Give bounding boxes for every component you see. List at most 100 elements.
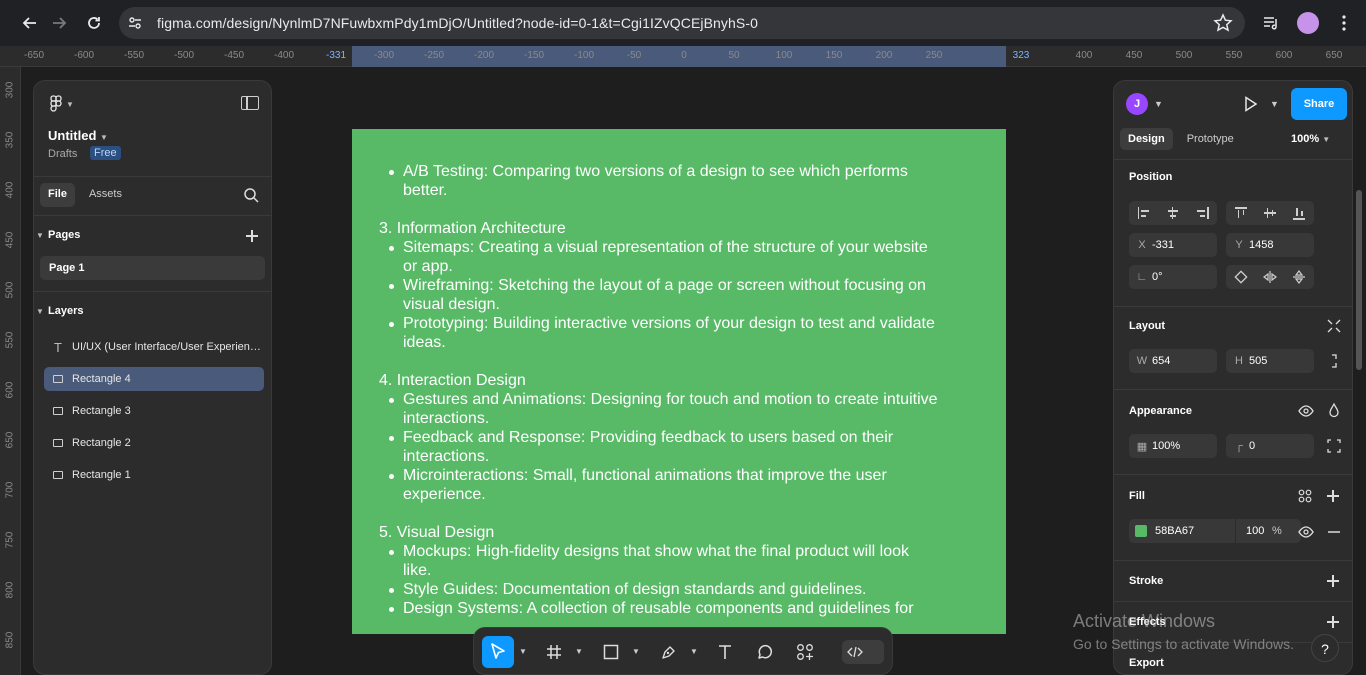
auto-layout-icon[interactable] (1327, 319, 1341, 333)
rectangle-4-frame[interactable]: A/B Testing: Comparing two versions of a… (352, 129, 1006, 634)
width-field[interactable]: W 654 (1129, 349, 1217, 373)
url-text: figma.com/design/NynlmD7NFuwbxmPdy1mDjO/… (157, 15, 759, 31)
list-item: Prototyping: Building interactive versio… (389, 314, 989, 352)
profile-avatar[interactable] (1296, 11, 1320, 35)
panel-scrollbar[interactable] (1356, 190, 1362, 370)
align-bottom-icon[interactable] (1292, 206, 1306, 220)
text-layer[interactable]: A/B Testing: Comparing two versions of a… (379, 162, 989, 618)
list-item: A/B Testing: Comparing two versions of a… (389, 162, 989, 200)
layer-rectangle-2[interactable]: Rectangle 2 (44, 431, 264, 455)
x-position-field[interactable]: X -331 (1129, 233, 1217, 257)
ruler-tick: -50 (626, 50, 642, 61)
blend-mode-drop-icon[interactable] (1328, 402, 1342, 418)
flip-vertical-icon[interactable] (1292, 270, 1306, 284)
layer-name: Rectangle 3 (72, 405, 131, 417)
divider (1114, 601, 1352, 602)
fill-visibility-eye-icon[interactable] (1298, 525, 1314, 539)
independent-corners-icon[interactable] (1327, 439, 1341, 453)
ruler-tick: 500 (1175, 50, 1193, 61)
align-left-icon[interactable] (1137, 206, 1151, 220)
eye-icon[interactable] (1298, 404, 1314, 418)
comment-tool-button[interactable] (749, 636, 781, 668)
present-play-icon[interactable] (1244, 96, 1258, 112)
tab-assets[interactable]: Assets (81, 183, 130, 207)
back-icon[interactable] (18, 11, 42, 35)
chevron-down-icon: ▼ (1322, 135, 1331, 144)
actions-tool-button[interactable] (789, 636, 821, 668)
move-tool-button[interactable] (482, 636, 514, 668)
constrain-proportions-icon[interactable] (1327, 354, 1341, 368)
address-bar[interactable]: figma.com/design/NynlmD7NFuwbxmPdy1mDjO/… (119, 7, 1245, 39)
zoom-dropdown[interactable]: 100% ▼ (1291, 133, 1330, 145)
sidebar-toggle-icon[interactable] (241, 96, 259, 110)
fill-color-swatch[interactable] (1135, 525, 1147, 537)
tab-file[interactable]: File (40, 183, 75, 207)
file-title[interactable]: Untitled ▼ (48, 128, 108, 143)
pen-tool-button[interactable] (653, 636, 685, 668)
drafts-label[interactable]: Drafts (48, 148, 77, 160)
comment-bubble-icon (758, 644, 773, 659)
align-right-icon[interactable] (1195, 206, 1209, 220)
add-page-icon[interactable] (245, 229, 259, 243)
bottom-toolbar: ▼ ▼ ▼ ▼ (473, 627, 893, 675)
add-effect-icon[interactable] (1326, 615, 1340, 629)
share-button[interactable]: Share (1291, 88, 1347, 120)
layers-header[interactable]: ▼ Layers (36, 305, 83, 317)
ruler-tick: 800 (4, 581, 16, 599)
text-tool-button[interactable] (709, 636, 741, 668)
bookmark-star-icon[interactable] (1213, 13, 1233, 33)
bullet-list: Sitemaps: Creating a visual representati… (379, 238, 989, 352)
reload-icon[interactable] (82, 11, 106, 35)
media-control-icon[interactable] (1259, 11, 1283, 35)
ruler-tick: 500 (4, 281, 16, 299)
layer-text[interactable]: T UI/UX (User Interface/User Experience) (44, 335, 264, 359)
chevron-down-icon[interactable]: ▼ (519, 647, 527, 656)
ruler-tick: -450 (223, 50, 245, 61)
rotate-90-icon[interactable] (1234, 270, 1248, 284)
forward-icon[interactable] (47, 11, 71, 35)
corner-radius-field[interactable]: ┌ 0 (1226, 434, 1314, 458)
list-item: Mockups: High-fidelity designs that show… (389, 542, 989, 580)
rectangle-tool-button[interactable] (595, 636, 627, 668)
tab-design[interactable]: Design (1120, 128, 1173, 150)
ruler-tick: 450 (4, 231, 16, 249)
y-position-field[interactable]: Y 1458 (1226, 233, 1314, 257)
tab-prototype[interactable]: Prototype (1179, 128, 1242, 150)
add-fill-icon[interactable] (1326, 489, 1340, 503)
ruler-tick: 0 (681, 50, 687, 61)
align-center-horizontal-icon[interactable] (1166, 206, 1180, 220)
help-button[interactable]: ? (1311, 634, 1339, 662)
search-icon[interactable] (243, 187, 259, 203)
chevron-down-icon[interactable]: ▼ (690, 647, 698, 656)
add-stroke-icon[interactable] (1326, 574, 1340, 588)
align-top-icon[interactable] (1234, 206, 1248, 220)
layout-header: Layout (1129, 320, 1166, 332)
opacity-field[interactable]: ▦ 100% (1129, 434, 1217, 458)
frame-tool-button[interactable] (538, 636, 570, 668)
chevron-down-icon[interactable]: ▼ (632, 647, 640, 656)
chevron-down-icon[interactable]: ▼ (575, 647, 583, 656)
layer-rectangle-4[interactable]: Rectangle 4 (44, 367, 264, 391)
site-settings-icon[interactable] (127, 15, 143, 31)
flip-horizontal-icon[interactable] (1262, 270, 1277, 284)
chevron-down-icon[interactable]: ▼ (1270, 99, 1279, 109)
fill-color-field[interactable]: 58BA67 100 % (1129, 519, 1301, 543)
remove-fill-icon[interactable] (1327, 525, 1341, 539)
layer-rectangle-1[interactable]: Rectangle 1 (44, 463, 264, 487)
chevron-down-icon[interactable]: ▼ (1154, 99, 1163, 109)
user-avatar[interactable]: J (1126, 93, 1148, 115)
height-field[interactable]: H 505 (1226, 349, 1314, 373)
right-properties-panel: J ▼ ▼ Share Design Prototype 100% ▼ Posi… (1113, 80, 1353, 675)
align-middle-icon[interactable] (1263, 206, 1277, 220)
rotation-field[interactable]: ∟ 0° (1129, 265, 1217, 289)
styles-grid-icon[interactable] (1298, 489, 1312, 503)
ruler-tick: -150 (523, 50, 545, 61)
figma-menu-button[interactable]: ▼ (50, 95, 80, 113)
appearance-header: Appearance (1129, 405, 1192, 417)
pages-header[interactable]: ▼ Pages (36, 229, 80, 241)
figma-logo-icon (50, 95, 62, 112)
page-item[interactable]: Page 1 (40, 256, 265, 280)
browser-menu-icon[interactable] (1332, 11, 1356, 35)
dev-mode-toggle[interactable] (842, 640, 884, 664)
layer-rectangle-3[interactable]: Rectangle 3 (44, 399, 264, 423)
